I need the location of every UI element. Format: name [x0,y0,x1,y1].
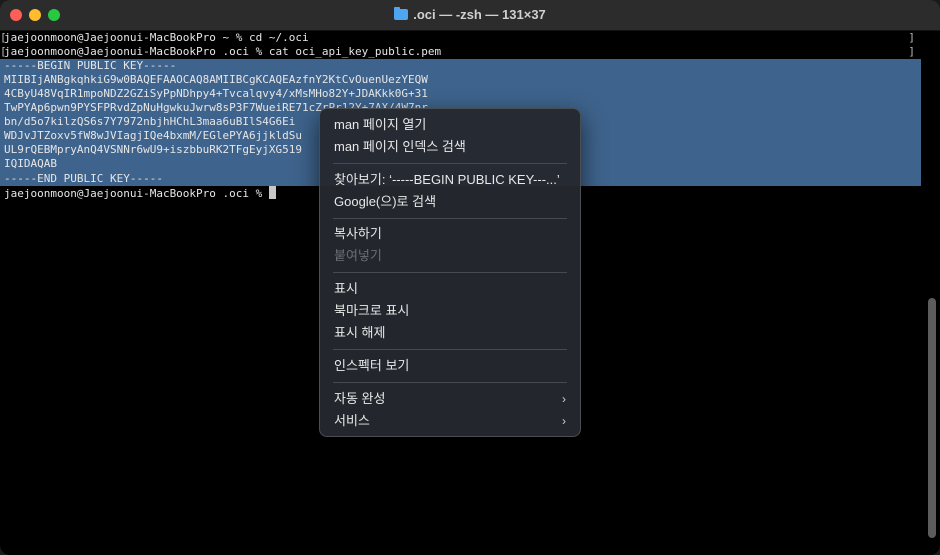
terminal-line: jaejoonmoon@Jaejoonui-MacBookPro ~ % cd … [4,31,309,44]
menu-item-lookup[interactable]: 찾아보기: ‘-----BEGIN PUBLIC KEY---...’ [334,170,566,190]
prompt-line: jaejoonmoon@Jaejoonui-MacBookPro .oci % [4,186,276,200]
line-bracket-right: ] [908,45,915,58]
terminal-line: jaejoonmoon@Jaejoonui-MacBookPro .oci % … [4,45,442,58]
terminal-line: -----END PUBLIC KEY----- [4,172,163,185]
terminal-line: 4CByU48VqIR1mpoNDZ2GZiSyPpNDhpy4+Tvcalqv… [4,87,428,100]
terminal-line: IQIDAQAB [4,157,57,170]
menu-item-paste: 붙여넣기 [334,248,382,263]
menu-item-copy[interactable]: 복사하기 [334,224,566,244]
menu-item-services-label: 서비스 [334,413,370,428]
menu-item-show[interactable]: 표시 [334,279,566,299]
menu-separator [333,218,567,219]
menu-item-google-search[interactable]: Google(으)로 검색 [334,192,566,212]
terminal-line: bn/d5o7kilzQS6s7Y7972nbjhHChL3maa6uBIlS4… [4,115,296,128]
terminal-line: MIIBIjANBgkqhkiG9w0BAQEFAAOCAQ8AMIIBCgKC… [4,73,428,86]
chevron-right-icon: › [562,414,566,428]
context-menu: man 페이지 열기 man 페이지 인덱스 검색 찾아보기: ‘-----BE… [319,108,581,437]
scrollbar-thumb[interactable] [928,298,936,538]
menu-separator [333,272,567,273]
menu-item-bookmark[interactable]: 북마크로 표시 [334,301,566,321]
menu-item-man-open[interactable]: man 페이지 열기 [334,115,566,135]
chevron-right-icon: › [562,392,566,406]
terminal-line: UL9rQEBMpryAnQ4VSNNr6wU9+iszbbuRK2TFgEyj… [4,143,303,156]
menu-item-inspector[interactable]: 인스펙터 보기 [334,356,566,376]
folder-icon [394,7,409,20]
menu-separator [333,163,567,164]
text-cursor [268,186,276,199]
terminal-line: -----BEGIN PUBLIC KEY----- [4,59,177,72]
title-bar: .oci — -zsh — 131×37 [0,0,940,31]
window-title-container: .oci — -zsh — 131×37 [0,7,940,22]
menu-item-autocomplete[interactable]: 자동 완성 › [334,389,566,409]
menu-separator [333,382,567,383]
terminal-line: WDJvJTZoxv5fW8wJVIagjIQe4bxmM/EGlePYA6jj… [4,129,303,142]
line-bracket-right: ] [908,31,915,44]
prompt-text: jaejoonmoon@Jaejoonui-MacBookPro .oci % [4,187,269,200]
terminal-window: .oci — -zsh — 131×37 [ ] [ ] jaejoonmoon… [0,0,940,555]
menu-item-man-index[interactable]: man 페이지 인덱스 검색 [334,137,566,157]
menu-item-unshow[interactable]: 표시 해제 [334,323,566,343]
window-title: .oci — -zsh — 131×37 [413,7,546,22]
menu-separator [333,349,567,350]
menu-item-services[interactable]: 서비스 › [334,411,566,431]
menu-item-autocomplete-label: 자동 완성 [334,391,386,406]
